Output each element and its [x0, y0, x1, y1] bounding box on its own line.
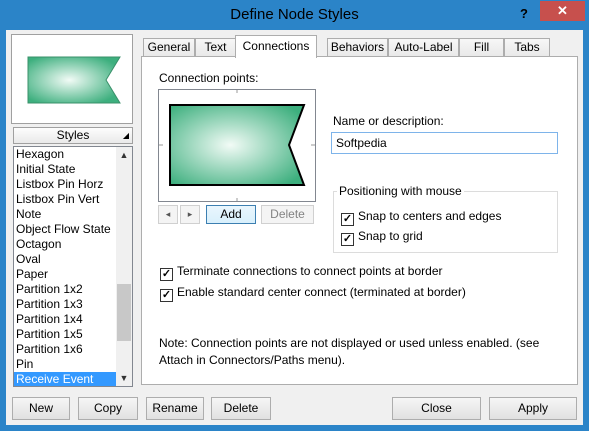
- connection-points-label: Connection points:: [159, 71, 259, 85]
- list-item[interactable]: Object Flow State: [14, 222, 117, 237]
- styles-scrollbar[interactable]: ▲ ▼: [116, 147, 132, 386]
- list-item[interactable]: Partition 1x4: [14, 312, 117, 327]
- dialog-window: Define Node Styles ? ✕ Styles ◢ Hexagon …: [0, 0, 589, 431]
- new-button[interactable]: New: [12, 397, 70, 420]
- list-item[interactable]: Partition 1x3: [14, 297, 117, 312]
- terminate-option[interactable]: ✓ Terminate connections to connect points…: [160, 264, 443, 281]
- tab-behaviors[interactable]: Behaviors: [327, 38, 388, 57]
- terminate-checkbox[interactable]: ✓: [160, 268, 173, 281]
- style-preview: [11, 34, 133, 124]
- close-button[interactable]: Close: [392, 397, 481, 420]
- enable-center-label: Enable standard center connect (terminat…: [177, 285, 466, 299]
- connection-points-preview[interactable]: [158, 89, 316, 202]
- snap-centers-checkbox[interactable]: ✓: [341, 213, 354, 226]
- note-text: Note: Connection points are not displaye…: [159, 336, 540, 367]
- tab-auto-label[interactable]: Auto-Label: [388, 38, 459, 57]
- snap-centers-option[interactable]: ✓ Snap to centers and edges: [341, 209, 501, 226]
- copy-button[interactable]: Copy: [78, 397, 138, 420]
- connection-shape-preview: [159, 90, 315, 201]
- sort-arrow-icon: ◢: [122, 131, 129, 140]
- styles-header-label: Styles: [56, 128, 90, 142]
- snap-grid-option[interactable]: ✓ Snap to grid: [341, 229, 423, 246]
- snap-grid-checkbox[interactable]: ✓: [341, 233, 354, 246]
- list-item[interactable]: Oval: [14, 252, 117, 267]
- tab-tabs[interactable]: Tabs: [504, 38, 550, 57]
- title-bar[interactable]: Define Node Styles ? ✕: [0, 0, 589, 30]
- snap-grid-label: Snap to grid: [358, 229, 423, 243]
- list-item[interactable]: Listbox Pin Horz: [14, 177, 117, 192]
- list-item[interactable]: Partition 1x6: [14, 342, 117, 357]
- rename-button[interactable]: Rename: [146, 397, 204, 420]
- list-item[interactable]: Note: [14, 207, 117, 222]
- list-item[interactable]: Pin: [14, 357, 117, 372]
- list-item[interactable]: Listbox Pin Vert: [14, 192, 117, 207]
- enable-center-option[interactable]: ✓ Enable standard center connect (termina…: [160, 285, 466, 302]
- receive-event-shape-preview: [27, 56, 121, 104]
- help-button[interactable]: ?: [514, 4, 534, 24]
- apply-button[interactable]: Apply: [489, 397, 577, 420]
- delete-style-button[interactable]: Delete: [211, 397, 271, 420]
- styles-list-items: Hexagon Initial State Listbox Pin Horz L…: [14, 147, 117, 386]
- window-title: Define Node Styles: [230, 6, 359, 23]
- connections-panel: Connection points: ◂ ▸ Add Delete Name o…: [141, 56, 578, 385]
- positioning-legend: Positioning with mouse: [337, 184, 464, 198]
- tab-connections[interactable]: Connections: [235, 35, 317, 58]
- list-item[interactable]: Partition 1x2: [14, 282, 117, 297]
- name-label: Name or description:: [333, 114, 444, 128]
- tab-fill[interactable]: Fill: [459, 38, 504, 57]
- scroll-thumb[interactable]: [117, 284, 131, 341]
- snap-centers-label: Snap to centers and edges: [358, 209, 502, 223]
- close-window-button[interactable]: ✕: [540, 1, 585, 21]
- scroll-down-icon[interactable]: ▼: [116, 370, 132, 386]
- terminate-label: Terminate connections to connect points …: [177, 264, 443, 278]
- name-field[interactable]: Softpedia: [331, 132, 558, 154]
- scroll-up-icon[interactable]: ▲: [116, 147, 132, 163]
- add-point-button[interactable]: Add: [206, 205, 256, 224]
- tab-general[interactable]: General: [143, 38, 195, 57]
- tab-text[interactable]: Text: [195, 38, 236, 57]
- list-item[interactable]: Initial State: [14, 162, 117, 177]
- delete-point-button[interactable]: Delete: [261, 205, 314, 224]
- list-item[interactable]: Octagon: [14, 237, 117, 252]
- styles-list-header[interactable]: Styles ◢: [13, 127, 133, 144]
- enable-center-checkbox[interactable]: ✓: [160, 289, 173, 302]
- next-point-icon[interactable]: ▸: [180, 205, 200, 224]
- previous-point-icon[interactable]: ◂: [158, 205, 178, 224]
- list-item[interactable]: Hexagon: [14, 147, 117, 162]
- styles-list[interactable]: Hexagon Initial State Listbox Pin Horz L…: [13, 146, 133, 387]
- list-item-selected[interactable]: Receive Event: [14, 372, 117, 386]
- dialog-client: Styles ◢ Hexagon Initial State Listbox P…: [6, 30, 583, 425]
- list-item[interactable]: Partition 1x5: [14, 327, 117, 342]
- list-item[interactable]: Paper: [14, 267, 117, 282]
